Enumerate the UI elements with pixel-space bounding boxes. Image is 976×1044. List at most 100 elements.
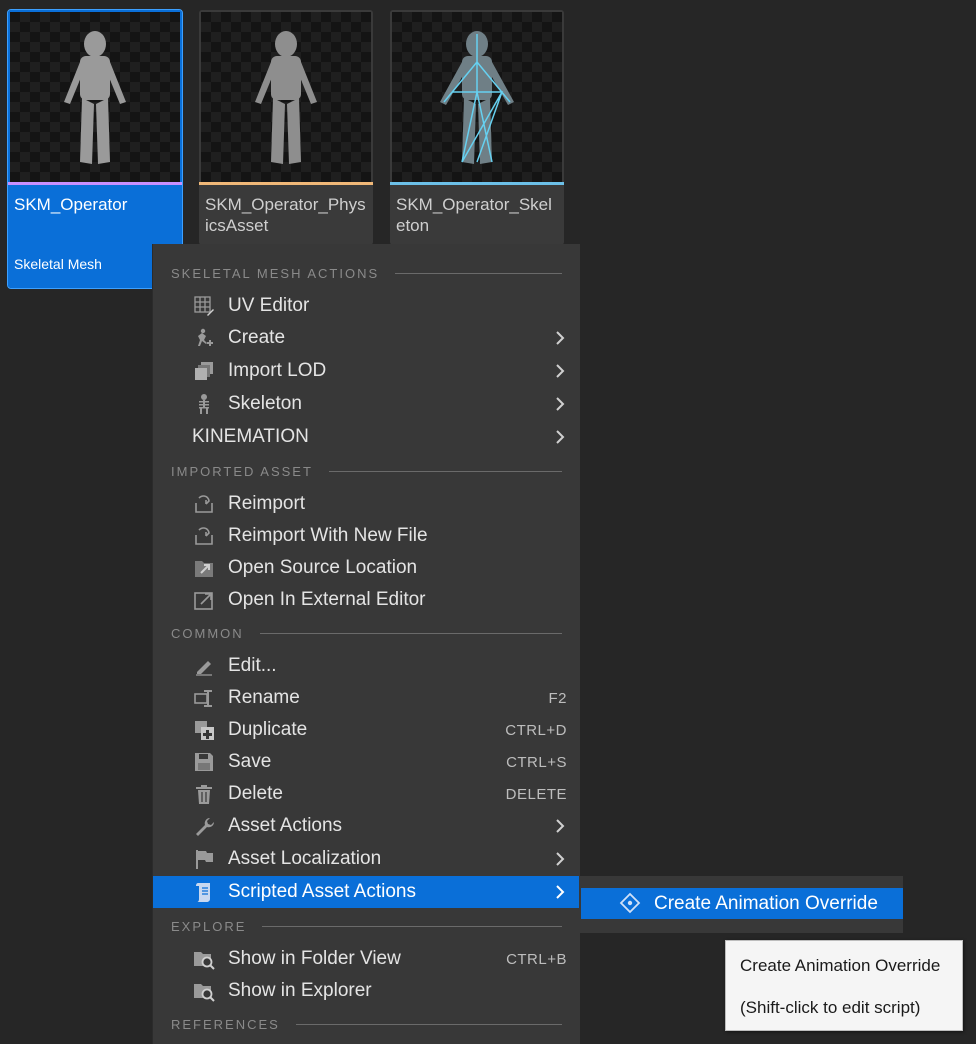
folder-search-icon <box>194 984 215 1002</box>
character-mesh-icon <box>255 31 317 164</box>
asset-thumbnail <box>392 12 562 182</box>
shortcut-label: DELETE <box>505 785 567 803</box>
menu-item-open-external-editor[interactable]: Open In External Editor <box>153 584 580 616</box>
menu-item-kinemation[interactable]: KINEMATION <box>153 421 580 453</box>
section-imported-asset: IMPORTED ASSET <box>171 461 562 481</box>
menu-item-reimport-new-file[interactable]: Reimport With New File <box>153 520 580 552</box>
chevron-right-icon <box>556 397 565 411</box>
tooltip-hint: (Shift-click to edit script) <box>740 998 921 1017</box>
flag-icon <box>196 850 213 869</box>
menu-item-label: Scripted Asset Actions <box>228 881 416 902</box>
shortcut-label: F2 <box>548 689 567 707</box>
chevron-right-icon <box>556 364 565 378</box>
menu-item-label: Save <box>228 751 272 772</box>
layers-icon <box>195 362 213 380</box>
save-icon <box>195 753 213 771</box>
asset-type-stripe <box>199 182 373 185</box>
menu-item-rename[interactable]: Rename F2 <box>153 682 580 714</box>
asset-type-stripe <box>8 182 182 185</box>
chevron-right-icon <box>556 331 565 345</box>
section-label: IMPORTED ASSET <box>171 463 313 479</box>
script-icon <box>196 883 210 902</box>
tooltip-title: Create Animation Override <box>740 956 941 975</box>
menu-item-scripted-asset-actions[interactable]: Scripted Asset Actions <box>153 876 580 908</box>
menu-item-label: Import LOD <box>228 360 327 381</box>
menu-item-label: Skeleton <box>228 393 302 414</box>
character-mesh-icon <box>64 31 126 164</box>
menu-item-skeleton[interactable]: Skeleton <box>153 388 580 420</box>
asset-type: Skeletal Mesh <box>14 256 102 272</box>
section-label: SKELETAL MESH ACTIONS <box>171 265 380 281</box>
divider <box>395 272 562 274</box>
menu-item-label: Create <box>228 327 286 348</box>
menu-item-show-in-folder-view[interactable]: Show in Folder View CTRL+B <box>153 943 580 975</box>
menu-item-delete[interactable]: Delete DELETE <box>153 778 580 810</box>
section-explore: EXPLORE <box>171 916 562 936</box>
section-label: REFERENCES <box>171 1016 280 1032</box>
rename-icon <box>194 690 212 707</box>
divider <box>295 1023 562 1025</box>
divider <box>328 470 562 472</box>
pencil-icon <box>196 661 212 676</box>
shortcut-label: CTRL+B <box>506 950 567 968</box>
menu-item-label: KINEMATION <box>192 426 309 447</box>
menu-item-import-lod[interactable]: Import LOD <box>153 355 580 387</box>
section-label: EXPLORE <box>171 918 247 934</box>
open-folder-icon <box>195 561 213 577</box>
asset-tile-physics-asset[interactable]: SKM_Operator_PhysicsAsset <box>199 10 373 245</box>
menu-item-create[interactable]: Create <box>153 322 580 354</box>
menu-item-label: Asset Actions <box>228 815 343 836</box>
menu-item-show-in-explorer[interactable]: Show in Explorer <box>153 975 580 1007</box>
duplicate-icon <box>195 721 214 740</box>
create-run-icon <box>198 328 213 346</box>
menu-item-create-animation-override[interactable]: Create Animation Override <box>581 888 903 919</box>
menu-item-open-source-location[interactable]: Open Source Location <box>153 552 580 584</box>
divider <box>259 632 562 634</box>
menu-item-uv-editor[interactable]: UV Editor <box>153 290 580 322</box>
diamond-icon <box>619 892 641 914</box>
section-label: COMMON <box>171 625 244 641</box>
scripted-actions-submenu: Create Animation Override <box>579 876 903 933</box>
menu-item-label: Rename <box>228 687 300 708</box>
chevron-right-icon <box>556 819 565 833</box>
external-icon <box>194 592 213 610</box>
reimport-icon <box>195 527 213 545</box>
skeleton-mesh-icon <box>440 31 514 164</box>
asset-tile-skeleton[interactable]: SKM_Operator_Skeleton <box>390 10 564 245</box>
menu-item-label: Reimport <box>228 493 306 514</box>
menu-item-label: Create Animation Override <box>654 892 878 914</box>
reimport-icon <box>195 495 213 513</box>
tooltip: Create Animation Override (Shift-click t… <box>725 940 963 1031</box>
chevron-right-icon <box>556 430 565 444</box>
menu-item-label: Delete <box>228 783 283 804</box>
menu-item-asset-localization[interactable]: Asset Localization <box>153 843 580 875</box>
menu-item-label: Duplicate <box>228 719 308 740</box>
folder-search-icon <box>194 952 215 970</box>
menu-item-label: UV Editor <box>228 295 310 316</box>
section-skeletal-mesh-actions: SKELETAL MESH ACTIONS <box>171 263 562 283</box>
menu-item-label: Show in Explorer <box>228 980 372 1001</box>
skeleton-icon <box>199 394 209 414</box>
menu-item-label: Edit... <box>228 655 277 676</box>
asset-type-stripe <box>390 182 564 185</box>
chevron-right-icon <box>556 852 565 866</box>
asset-name: SKM_Operator_Skeleton <box>396 195 552 235</box>
trash-icon <box>196 785 212 804</box>
shortcut-label: CTRL+D <box>505 721 567 739</box>
asset-thumbnail <box>10 12 180 182</box>
shortcut-label: CTRL+S <box>506 753 567 771</box>
asset-name: SKM_Operator <box>14 195 128 214</box>
asset-thumbnail <box>201 12 371 182</box>
divider <box>262 925 562 927</box>
menu-item-reimport[interactable]: Reimport <box>153 488 580 520</box>
wrench-icon <box>196 818 214 836</box>
menu-item-edit[interactable]: Edit... <box>153 650 580 682</box>
menu-item-duplicate[interactable]: Duplicate CTRL+D <box>153 714 580 746</box>
asset-name: SKM_Operator_PhysicsAsset <box>205 195 366 235</box>
section-references: REFERENCES <box>171 1014 562 1034</box>
menu-item-asset-actions[interactable]: Asset Actions <box>153 810 580 842</box>
uv-grid-icon <box>194 296 214 316</box>
menu-item-save[interactable]: Save CTRL+S <box>153 746 580 778</box>
menu-item-label: Asset Localization <box>228 848 382 869</box>
context-menu: SKELETAL MESH ACTIONS UV Editor Create I… <box>152 244 580 1044</box>
